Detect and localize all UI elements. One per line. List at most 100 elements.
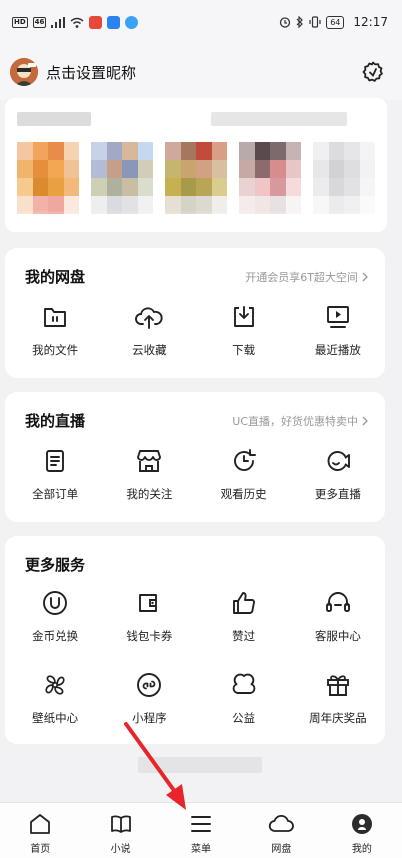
promo-text: 开通会员享6T超大空间	[245, 270, 358, 284]
tab-label: 小说	[110, 844, 131, 855]
profile-header: 点击设置昵称	[0, 44, 402, 100]
grid-item-label: 更多直播	[314, 487, 361, 501]
settings-button[interactable]	[360, 59, 386, 85]
tab-menu[interactable]: 菜单	[161, 803, 241, 858]
headset-icon	[323, 588, 353, 618]
coin-icon	[40, 588, 70, 618]
recent-thumbnail[interactable]	[239, 142, 301, 214]
tab-mine[interactable]: 我的	[322, 803, 402, 858]
avatar[interactable]	[10, 58, 38, 86]
coin-exchange-button[interactable]: 金币兑换	[8, 588, 102, 644]
grid-item-label: 观看历史	[220, 487, 267, 501]
grid-item-label: 壁纸中心	[32, 711, 79, 725]
download-button[interactable]: 下载	[197, 302, 291, 358]
hd-indicator: HD	[12, 16, 28, 28]
chevron-right-icon	[362, 272, 368, 281]
grid-item-label: 全部订单	[32, 487, 79, 501]
recent-thumbnail[interactable]	[165, 142, 227, 214]
settings-icon	[362, 61, 383, 82]
services-grid-row2: 壁纸中心 小程序 公益 周年庆奖品	[8, 670, 385, 726]
wallet-coupons-button[interactable]: 钱包卡券	[102, 588, 196, 644]
bottom-tab-bar: 首页 小说 菜单 网盘 我的	[0, 802, 402, 858]
blurred-text	[211, 112, 347, 126]
recent-thumbnail[interactable]	[313, 142, 375, 214]
services-card: 更多服务 金币兑换 钱包卡券 赞过 客服中心 壁纸中心 小程序 公益 周年庆奖品	[5, 536, 385, 744]
section-title: 我的网盘	[25, 268, 86, 286]
set-nickname-link[interactable]: 点击设置昵称	[46, 62, 136, 83]
order-icon	[40, 446, 70, 476]
promo-text: UC直播，好货优惠特卖中	[232, 414, 358, 428]
netdisk-card: 我的网盘 开通会员享6T超大空间 我的文件 云收藏 下载 最近播放	[5, 248, 385, 378]
services-grid-row1: 金币兑换 钱包卡券 赞过 客服中心	[8, 588, 385, 644]
bluetooth-icon	[296, 16, 304, 28]
download-icon	[229, 302, 259, 332]
app-notification-icon	[107, 15, 121, 29]
status-right: 64 12:17	[279, 15, 388, 29]
store-icon	[134, 446, 164, 476]
charity-icon	[229, 670, 259, 700]
profile-icon	[349, 811, 375, 837]
live-more-icon	[323, 446, 353, 476]
tab-label: 菜单	[191, 844, 212, 855]
signal-icon	[51, 16, 66, 28]
grid-item-label: 我的关注	[126, 487, 173, 501]
section-title: 我的直播	[25, 412, 86, 430]
customer-service-button[interactable]: 客服中心	[291, 588, 385, 644]
mini-program-icon	[134, 670, 164, 700]
network-indicator: 46	[32, 16, 47, 28]
recent-content-card	[5, 98, 387, 232]
history-icon	[229, 446, 259, 476]
tab-novel[interactable]: 小说	[80, 803, 160, 858]
app-notification-icon	[125, 15, 139, 29]
grid-item-label: 赞过	[232, 629, 256, 643]
wallpaper-center-button[interactable]: 壁纸中心	[8, 670, 102, 726]
my-files-button[interactable]: 我的文件	[8, 302, 102, 358]
liked-button[interactable]: 赞过	[197, 588, 291, 644]
recent-thumbnail[interactable]	[91, 142, 153, 214]
app-notification-icon	[89, 15, 103, 29]
tab-home[interactable]: 首页	[0, 803, 80, 858]
gift-icon	[323, 670, 353, 700]
vip-promo-link[interactable]: 开通会员享6T超大空间	[245, 269, 369, 285]
watch-history-button[interactable]: 观看历史	[197, 446, 291, 502]
wifi-icon	[70, 17, 84, 28]
pinwheel-icon	[40, 670, 70, 700]
cloud-favorites-button[interactable]: 云收藏	[102, 302, 196, 358]
recent-thumbnails	[17, 142, 375, 214]
grid-item-label: 公益	[232, 711, 256, 725]
tab-netdisk[interactable]: 网盘	[241, 803, 321, 858]
play-screen-icon	[323, 302, 353, 332]
battery-indicator: 64	[326, 15, 345, 29]
wallet-icon	[134, 588, 164, 618]
mini-program-button[interactable]: 小程序	[102, 670, 196, 726]
home-icon	[27, 811, 53, 837]
vibrate-icon	[309, 16, 321, 28]
more-live-button[interactable]: 更多直播	[291, 446, 385, 502]
grid-item-label: 小程序	[132, 711, 167, 725]
thumbs-up-icon	[229, 588, 259, 618]
menu-icon	[188, 811, 214, 837]
cloud-icon	[268, 811, 295, 837]
recent-play-button[interactable]: 最近播放	[291, 302, 385, 358]
anniversary-prize-button[interactable]: 周年庆奖品	[291, 670, 385, 726]
recent-thumbnail[interactable]	[17, 142, 79, 214]
netdisk-header: 我的网盘 开通会员享6T超大空间	[25, 266, 369, 287]
live-grid: 全部订单 我的关注 观看历史 更多直播	[8, 446, 385, 502]
live-promo-link[interactable]: UC直播，好货优惠特卖中	[232, 413, 369, 429]
grid-item-label: 下载	[232, 343, 256, 357]
tab-label: 首页	[30, 844, 51, 855]
folder-icon	[40, 302, 70, 332]
chevron-right-icon	[362, 416, 368, 425]
charity-button[interactable]: 公益	[197, 670, 291, 726]
tab-label: 网盘	[271, 844, 292, 855]
all-orders-button[interactable]: 全部订单	[8, 446, 102, 502]
grid-item-label: 客服中心	[314, 629, 361, 643]
grid-item-label: 最近播放	[314, 343, 361, 357]
grid-item-label: 金币兑换	[32, 629, 79, 643]
section-title: 更多服务	[25, 556, 86, 574]
grid-item-label: 云收藏	[132, 343, 167, 357]
fade-overlay	[5, 210, 387, 232]
my-follows-button[interactable]: 我的关注	[102, 446, 196, 502]
clock: 12:17	[353, 15, 388, 29]
status-bar: HD 46 64 12:17	[0, 0, 402, 44]
